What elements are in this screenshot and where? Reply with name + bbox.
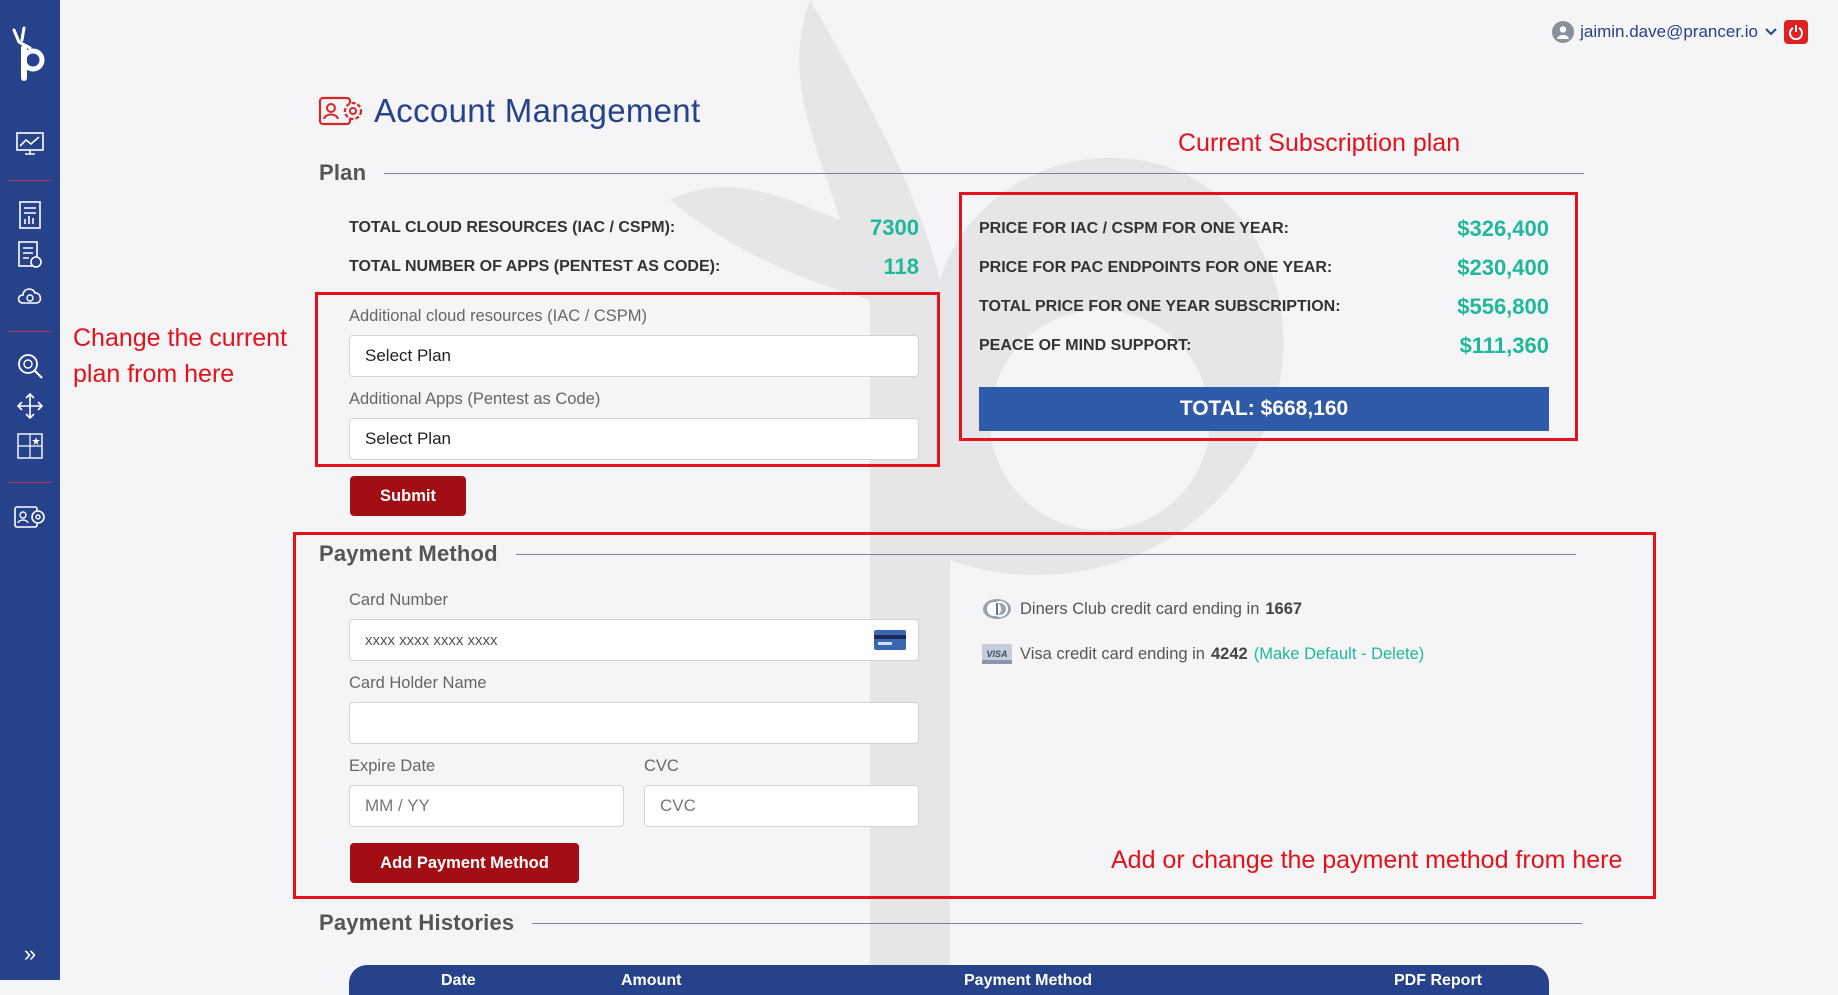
payment-histories-table-header: Date Amount Payment Method PDF Report [349, 965, 1549, 995]
column-header-date[interactable]: Date [441, 972, 476, 990]
move-arrows-icon[interactable] [14, 390, 46, 422]
logout-button[interactable] [1784, 20, 1808, 44]
sidebar-divider [8, 331, 52, 332]
column-header-payment-method[interactable]: Payment Method [964, 972, 1092, 990]
reports-icon[interactable] [14, 199, 46, 231]
column-header-amount[interactable]: Amount [621, 972, 681, 990]
change-plan-annotation-line1: Change the current [73, 324, 288, 352]
stat-cloud-resources: TOTAL CLOUD RESOURCES (IAC / CSPM): 7300 [349, 215, 919, 241]
section-divider [532, 922, 1583, 924]
user-email[interactable]: jaimin.dave@prancer.io [1580, 22, 1758, 42]
chevron-down-icon[interactable] [1764, 25, 1778, 39]
stat-label: TOTAL NUMBER OF APPS (PENTEST AS CODE): [349, 258, 721, 275]
payment-histories-header: Payment Histories [319, 910, 1583, 936]
stat-value: 7300 [870, 215, 919, 240]
stat-label: TOTAL CLOUD RESOURCES (IAC / CSPM): [349, 219, 676, 236]
compliance-icon[interactable] [14, 239, 46, 271]
current-plan-annotation: Current Subscription plan [1178, 129, 1461, 157]
cloud-settings-icon[interactable] [14, 279, 46, 311]
sidebar-divider [8, 180, 52, 181]
column-header-pdf-report[interactable]: PDF Report [1394, 972, 1482, 990]
page-header: Account Management [318, 92, 700, 130]
dashboard-icon[interactable] [14, 128, 46, 160]
submit-button[interactable]: Submit [350, 476, 466, 516]
sidebar: » [0, 0, 60, 980]
favorites-grid-icon[interactable] [14, 430, 46, 462]
pentest-search-icon[interactable] [14, 350, 46, 382]
account-management-title-icon [318, 96, 363, 126]
plan-section-header: Plan [319, 160, 1585, 186]
stat-apps: TOTAL NUMBER OF APPS (PENTEST AS CODE): … [349, 254, 919, 280]
power-icon [1789, 25, 1803, 40]
payment-histories-title: Payment Histories [319, 910, 515, 935]
section-divider [384, 172, 1585, 174]
user-menu[interactable]: jaimin.dave@prancer.io [1552, 19, 1808, 45]
page-title: Account Management [374, 92, 701, 129]
sidebar-divider [8, 482, 52, 483]
change-plan-annotation-box [315, 292, 940, 467]
prancer-logo[interactable] [10, 26, 50, 82]
stat-value: 118 [883, 254, 920, 279]
expand-sidebar-icon[interactable]: » [18, 942, 42, 966]
current-plan-annotation-box [959, 192, 1578, 441]
account-management-icon[interactable] [14, 501, 46, 533]
plan-section-title: Plan [319, 160, 367, 185]
payment-annotation: Add or change the payment method from he… [1111, 846, 1623, 874]
change-plan-annotation-line2: plan from here [73, 360, 235, 388]
user-avatar-icon[interactable] [1552, 21, 1575, 43]
